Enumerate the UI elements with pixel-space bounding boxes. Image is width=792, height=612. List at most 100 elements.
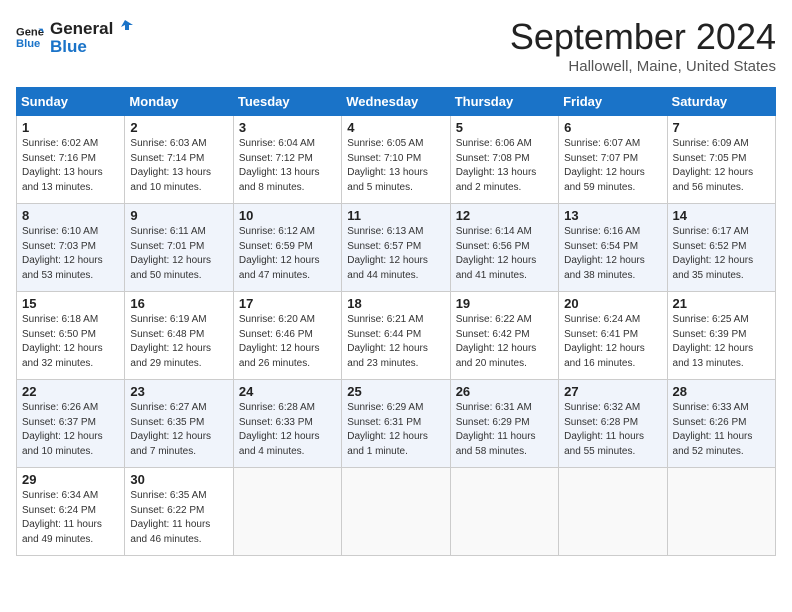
calendar-cell: 9Sunrise: 6:11 AM Sunset: 7:01 PM Daylig… bbox=[125, 204, 233, 292]
calendar-cell: 8Sunrise: 6:10 AM Sunset: 7:03 PM Daylig… bbox=[17, 204, 125, 292]
day-number: 29 bbox=[22, 472, 119, 487]
day-number: 18 bbox=[347, 296, 444, 311]
day-info: Sunrise: 6:18 AM Sunset: 6:50 PM Dayligh… bbox=[22, 313, 119, 371]
day-number: 10 bbox=[239, 208, 336, 223]
calendar-week-4: 22Sunrise: 6:26 AM Sunset: 6:37 PM Dayli… bbox=[17, 380, 776, 468]
day-number: 13 bbox=[564, 208, 661, 223]
logo-bird-icon bbox=[115, 16, 133, 34]
day-number: 23 bbox=[130, 384, 227, 399]
calendar-cell: 13 Sunrise: 6:16 AM Sunset: 6:54 PM Dayli… bbox=[559, 204, 667, 292]
calendar-cell: 14 Sunrise: 6:17 AM Sunset: 6:52 PM Dayli… bbox=[667, 204, 775, 292]
day-number: 4 bbox=[347, 120, 444, 135]
calendar-cell: 20Sunrise: 6:24 AM Sunset: 6:41 PM Dayli… bbox=[559, 292, 667, 380]
day-number: 2 bbox=[130, 120, 227, 135]
col-sunday: Sunday bbox=[17, 88, 125, 116]
calendar-cell: 5Sunrise: 6:06 AM Sunset: 7:08 PM Daylig… bbox=[450, 116, 558, 204]
calendar-cell: 18 Sunrise: 6:21 AM Sunset: 6:44 PM Dayli… bbox=[342, 292, 450, 380]
col-friday: Friday bbox=[559, 88, 667, 116]
calendar-cell: 4Sunrise: 6:05 AM Sunset: 7:10 PM Daylig… bbox=[342, 116, 450, 204]
svg-text:General: General bbox=[16, 26, 44, 38]
day-number: 20 bbox=[564, 296, 661, 311]
day-info: Sunrise: 6:25 AM Sunset: 6:39 PM Dayligh… bbox=[673, 313, 770, 371]
day-info: Sunrise: 6:29 AM Sunset: 6:31 PM Dayligh… bbox=[347, 401, 444, 459]
month-title: September 2024 bbox=[510, 16, 776, 58]
day-info: Sunrise: 6:14 AM Sunset: 6:56 PM Dayligh… bbox=[456, 225, 553, 283]
day-info: Sunrise: 6:09 AM Sunset: 7:05 PM Dayligh… bbox=[673, 137, 770, 195]
svg-text:Blue: Blue bbox=[16, 37, 40, 49]
calendar-cell: 22Sunrise: 6:26 AM Sunset: 6:37 PM Dayli… bbox=[17, 380, 125, 468]
day-info: Sunrise: 6:35 AM Sunset: 6:22 PM Dayligh… bbox=[130, 489, 227, 547]
day-number: 21 bbox=[673, 296, 770, 311]
day-info: Sunrise: 6:27 AM Sunset: 6:35 PM Dayligh… bbox=[130, 401, 227, 459]
day-info: Sunrise: 6:20 AM Sunset: 6:46 PM Dayligh… bbox=[239, 313, 336, 371]
calendar-cell: 24Sunrise: 6:28 AM Sunset: 6:33 PM Dayli… bbox=[233, 380, 341, 468]
day-number: 24 bbox=[239, 384, 336, 399]
day-number: 17 bbox=[239, 296, 336, 311]
day-info: Sunrise: 6:26 AM Sunset: 6:37 PM Dayligh… bbox=[22, 401, 119, 459]
day-number: 26 bbox=[456, 384, 553, 399]
day-info: Sunrise: 6:32 AM Sunset: 6:28 PM Dayligh… bbox=[564, 401, 661, 459]
day-number: 8 bbox=[22, 208, 119, 223]
calendar-cell bbox=[233, 468, 341, 556]
day-info: Sunrise: 6:21 AM Sunset: 6:44 PM Dayligh… bbox=[347, 313, 444, 371]
calendar-cell: 6 Sunrise: 6:07 AM Sunset: 7:07 PM Daylig… bbox=[559, 116, 667, 204]
calendar-cell: 12Sunrise: 6:14 AM Sunset: 6:56 PM Dayli… bbox=[450, 204, 558, 292]
col-thursday: Thursday bbox=[450, 88, 558, 116]
logo-icon: General Blue bbox=[16, 23, 44, 51]
day-info: Sunrise: 6:19 AM Sunset: 6:48 PM Dayligh… bbox=[130, 313, 227, 371]
calendar-cell: 28Sunrise: 6:33 AM Sunset: 6:26 PM Dayli… bbox=[667, 380, 775, 468]
calendar-cell: 11Sunrise: 6:13 AM Sunset: 6:57 PM Dayli… bbox=[342, 204, 450, 292]
calendar-cell: 10Sunrise: 6:12 AM Sunset: 6:59 PM Dayli… bbox=[233, 204, 341, 292]
day-info: Sunrise: 6:17 AM Sunset: 6:52 PM Dayligh… bbox=[673, 225, 770, 283]
calendar-cell: 7 Sunrise: 6:09 AM Sunset: 7:05 PM Daylig… bbox=[667, 116, 775, 204]
calendar-cell: 23 Sunrise: 6:27 AM Sunset: 6:35 PM Dayli… bbox=[125, 380, 233, 468]
calendar-cell bbox=[667, 468, 775, 556]
day-info: Sunrise: 6:04 AM Sunset: 7:12 PM Dayligh… bbox=[239, 137, 336, 195]
day-info: Sunrise: 6:06 AM Sunset: 7:08 PM Dayligh… bbox=[456, 137, 553, 195]
logo-blue: Blue bbox=[50, 37, 133, 57]
day-number: 16 bbox=[130, 296, 227, 311]
day-info: Sunrise: 6:02 AM Sunset: 7:16 PM Dayligh… bbox=[22, 137, 119, 195]
day-info: Sunrise: 6:22 AM Sunset: 6:42 PM Dayligh… bbox=[456, 313, 553, 371]
day-info: Sunrise: 6:31 AM Sunset: 6:29 PM Dayligh… bbox=[456, 401, 553, 459]
day-number: 6 bbox=[564, 120, 661, 135]
location-title: Hallowell, Maine, United States bbox=[510, 58, 776, 75]
calendar-week-2: 8Sunrise: 6:10 AM Sunset: 7:03 PM Daylig… bbox=[17, 204, 776, 292]
day-number: 14 bbox=[673, 208, 770, 223]
day-info: Sunrise: 6:34 AM Sunset: 6:24 PM Dayligh… bbox=[22, 489, 119, 547]
day-number: 15 bbox=[22, 296, 119, 311]
header-row: Sunday Monday Tuesday Wednesday Thursday… bbox=[17, 88, 776, 116]
calendar-cell: 3Sunrise: 6:04 AM Sunset: 7:12 PM Daylig… bbox=[233, 116, 341, 204]
col-wednesday: Wednesday bbox=[342, 88, 450, 116]
calendar-cell: 27Sunrise: 6:32 AM Sunset: 6:28 PM Dayli… bbox=[559, 380, 667, 468]
calendar-cell: 21 Sunrise: 6:25 AM Sunset: 6:39 PM Dayli… bbox=[667, 292, 775, 380]
calendar-cell: 17 Sunrise: 6:20 AM Sunset: 6:46 PM Dayli… bbox=[233, 292, 341, 380]
day-number: 1 bbox=[22, 120, 119, 135]
day-number: 9 bbox=[130, 208, 227, 223]
title-area: September 2024 Hallowell, Maine, United … bbox=[510, 16, 776, 75]
calendar-cell: 2 Sunrise: 6:03 AM Sunset: 7:14 PM Daylig… bbox=[125, 116, 233, 204]
day-info: Sunrise: 6:07 AM Sunset: 7:07 PM Dayligh… bbox=[564, 137, 661, 195]
calendar-cell: 25 Sunrise: 6:29 AM Sunset: 6:31 PM Dayli… bbox=[342, 380, 450, 468]
day-info: Sunrise: 6:13 AM Sunset: 6:57 PM Dayligh… bbox=[347, 225, 444, 283]
col-monday: Monday bbox=[125, 88, 233, 116]
day-number: 7 bbox=[673, 120, 770, 135]
calendar-cell bbox=[559, 468, 667, 556]
col-saturday: Saturday bbox=[667, 88, 775, 116]
calendar-cell: 29 Sunrise: 6:34 AM Sunset: 6:24 PM Dayli… bbox=[17, 468, 125, 556]
calendar-cell: 1 Sunrise: 6:02 AM Sunset: 7:16 PM Daylig… bbox=[17, 116, 125, 204]
calendar-table: Sunday Monday Tuesday Wednesday Thursday… bbox=[16, 87, 776, 556]
calendar-cell: 30 Sunrise: 6:35 AM Sunset: 6:22 PM Dayli… bbox=[125, 468, 233, 556]
calendar-week-3: 15 Sunrise: 6:18 AM Sunset: 6:50 PM Dayli… bbox=[17, 292, 776, 380]
logo-general: General bbox=[50, 19, 113, 39]
day-info: Sunrise: 6:33 AM Sunset: 6:26 PM Dayligh… bbox=[673, 401, 770, 459]
day-info: Sunrise: 6:16 AM Sunset: 6:54 PM Dayligh… bbox=[564, 225, 661, 283]
logo: General Blue General Blue bbox=[16, 16, 133, 57]
col-tuesday: Tuesday bbox=[233, 88, 341, 116]
day-info: Sunrise: 6:03 AM Sunset: 7:14 PM Dayligh… bbox=[130, 137, 227, 195]
calendar-cell: 19Sunrise: 6:22 AM Sunset: 6:42 PM Dayli… bbox=[450, 292, 558, 380]
day-number: 30 bbox=[130, 472, 227, 487]
calendar-week-1: 1 Sunrise: 6:02 AM Sunset: 7:16 PM Daylig… bbox=[17, 116, 776, 204]
day-number: 25 bbox=[347, 384, 444, 399]
calendar-week-5: 29 Sunrise: 6:34 AM Sunset: 6:24 PM Dayli… bbox=[17, 468, 776, 556]
